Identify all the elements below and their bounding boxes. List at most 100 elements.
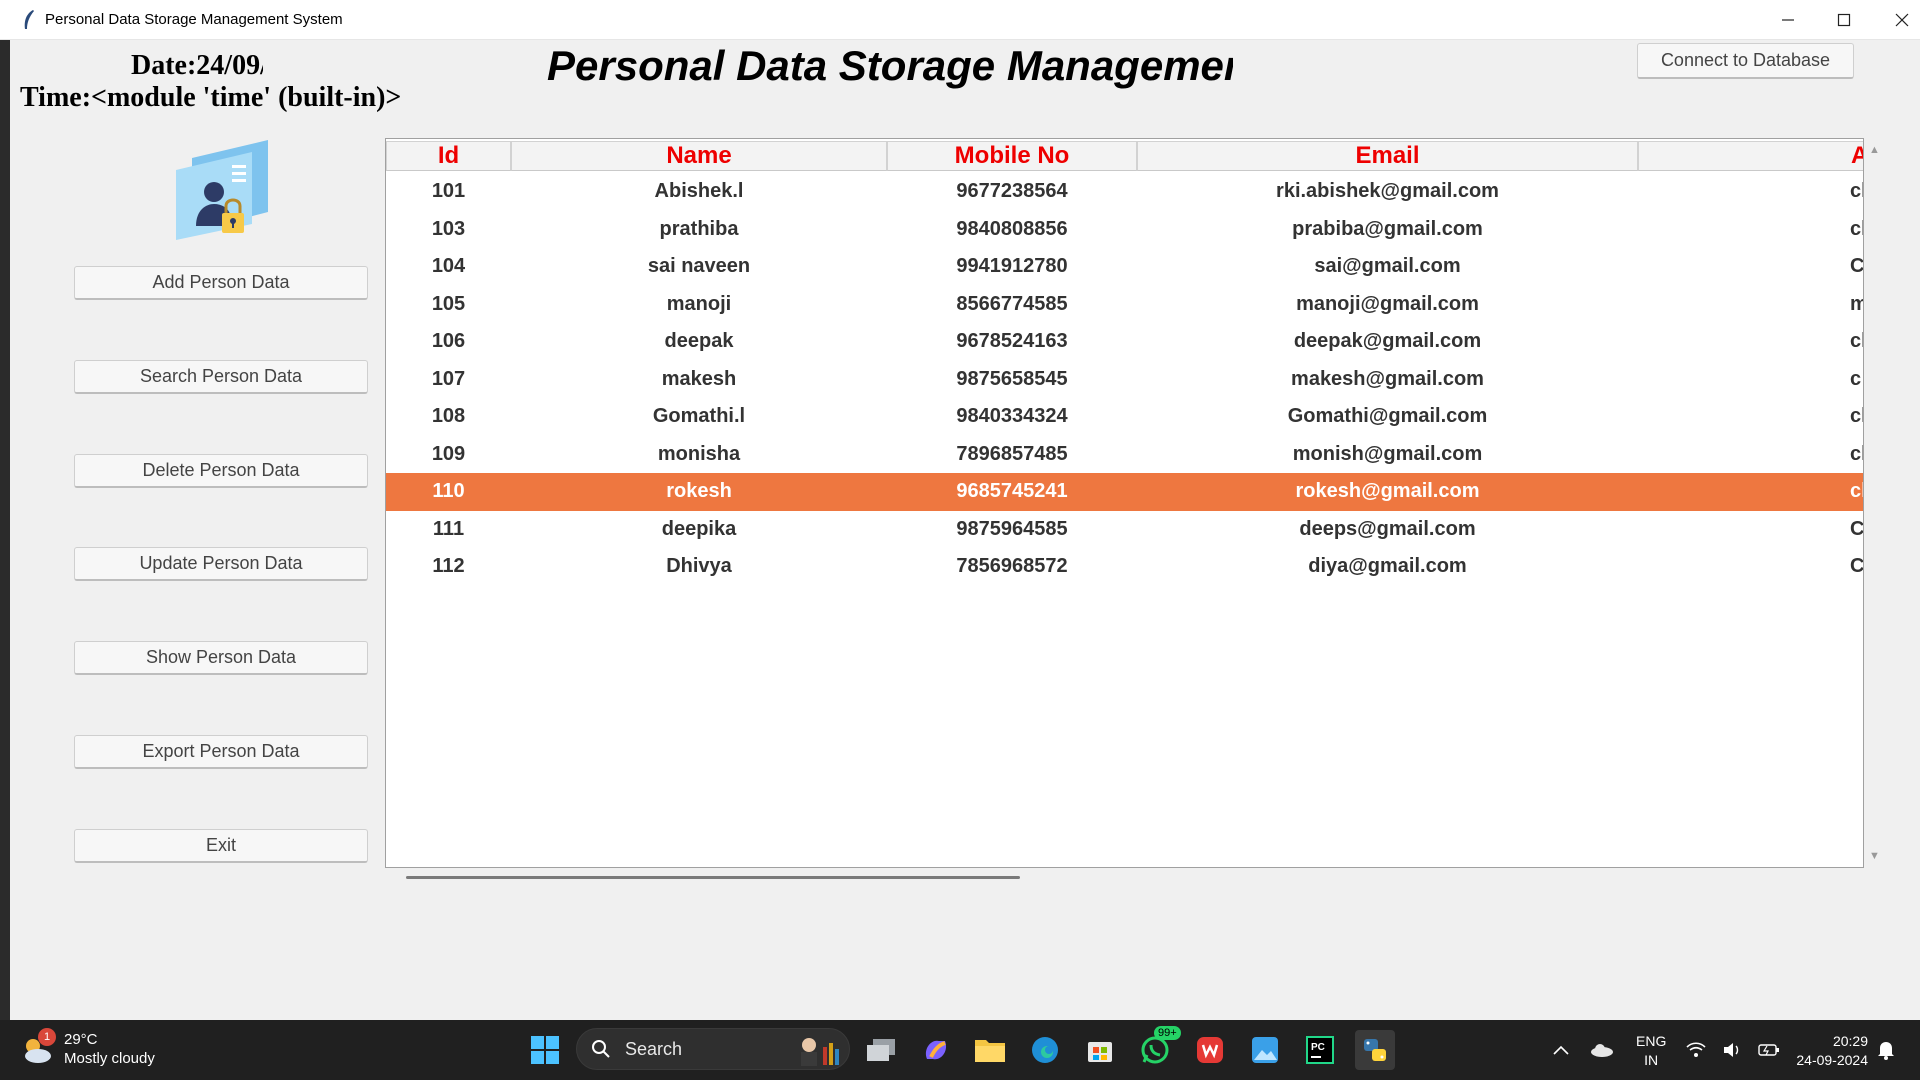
- python-app-button[interactable]: [1355, 1030, 1395, 1070]
- cell-email: monish@gmail.com: [1292, 442, 1483, 465]
- cell-name: deepika: [661, 517, 737, 540]
- whatsapp-button[interactable]: 99+: [1135, 1026, 1181, 1070]
- scroll-up-icon[interactable]: ▲: [1869, 144, 1880, 156]
- wps-office-button[interactable]: [1190, 1030, 1230, 1070]
- onedrive-button[interactable]: [1582, 1030, 1622, 1070]
- column-header-name[interactable]: Name: [511, 141, 887, 171]
- cell-mobile: 7896857485: [956, 442, 1068, 465]
- cell-name: Abishek.l: [654, 180, 744, 203]
- table-row[interactable]: 111 deepika 9875964585 deeps@gmail.com C: [386, 511, 1863, 549]
- delete-person-button[interactable]: Delete Person Data: [74, 454, 368, 488]
- table-row[interactable]: 112 Dhivya 7856968572 diya@gmail.com C: [386, 548, 1864, 586]
- table-row[interactable]: 101 Abishek.l 9677238564 rki.abishek@gmail.…: [386, 173, 1863, 211]
- cell-mobile: 9677238564: [956, 180, 1068, 203]
- folder-icon: [975, 1040, 1005, 1062]
- copilot-button[interactable]: [916, 1030, 956, 1070]
- cell-email: Gomathi@gmail.com: [1287, 405, 1488, 428]
- file-explorer-button[interactable]: [970, 1030, 1010, 1070]
- cell-email: deepak@gmail.com: [1293, 330, 1482, 353]
- whatsapp-badge: 99+: [1154, 1026, 1181, 1040]
- start-button[interactable]: [525, 1030, 565, 1070]
- minimize-icon: [1782, 19, 1794, 21]
- svg-text:PC: PC: [1311, 1042, 1325, 1053]
- system-clock[interactable]: 20:29 24-09-2024: [1788, 1032, 1868, 1070]
- cell-mobile: 7856968572: [956, 555, 1068, 578]
- clock-time: 20:29: [1832, 1033, 1868, 1049]
- time-label: Time:<module 'time' (built-in)>: [20, 82, 402, 113]
- pycharm-icon: PC: [1306, 1036, 1334, 1064]
- weather-widget[interactable]: 1 29°C Mostly cloudy: [20, 1028, 155, 1068]
- table-row[interactable]: 105 manoji 8566774585 manoji@gmail.com m: [386, 286, 1863, 324]
- window-title: Personal Data Storage Management System: [45, 11, 343, 28]
- cell-id: 106: [431, 330, 466, 353]
- store-icon: [1088, 1042, 1112, 1062]
- cell-id: 107: [431, 367, 466, 390]
- weather-desc: Mostly cloudy: [64, 1050, 155, 1067]
- column-header-id[interactable]: Id: [386, 141, 511, 171]
- table-row[interactable]: 104 sai naveen 9941912780 sai@gmail.com C: [386, 248, 1863, 286]
- minimize-button[interactable]: [1760, 0, 1816, 40]
- cell-address: m: [1638, 286, 1863, 324]
- table-row[interactable]: 109 monisha 7896857485 monish@gmail.com cl: [386, 436, 1863, 474]
- cell-id: 101: [431, 180, 466, 203]
- close-icon: [1895, 13, 1909, 27]
- cell-name: sai naveen: [647, 255, 751, 278]
- column-header-address[interactable]: Ac: [1638, 141, 1863, 171]
- cell-address: C: [1850, 555, 1864, 578]
- search-label: Search: [625, 1038, 683, 1059]
- cell-email: manoji@gmail.com: [1296, 292, 1479, 315]
- weather-badge: 1: [38, 1028, 56, 1046]
- cell-email: prabiba@gmail.com: [1292, 217, 1483, 240]
- store-button[interactable]: [1080, 1030, 1120, 1070]
- search-person-button[interactable]: Search Person Data: [74, 360, 368, 394]
- cloud-sun-icon: 1: [20, 1028, 56, 1066]
- maximize-button[interactable]: [1816, 0, 1872, 40]
- add-person-button[interactable]: Add Person Data: [74, 266, 368, 300]
- cell-name: prathiba: [659, 217, 739, 240]
- close-button[interactable]: [1874, 0, 1920, 40]
- connect-database-button[interactable]: Connect to Database: [1637, 43, 1854, 79]
- export-person-button[interactable]: Export Person Data: [74, 735, 368, 769]
- cell-mobile: 8566774585: [956, 292, 1068, 315]
- chevron-up-icon: [1553, 1045, 1569, 1055]
- taskbar-search[interactable]: Search: [576, 1028, 850, 1070]
- cell-mobile: 9678524163: [956, 330, 1068, 353]
- quick-settings-button[interactable]: [1678, 1030, 1788, 1070]
- cell-id: 103: [431, 217, 466, 240]
- vertical-scrollbar[interactable]: ▲ ▼: [1866, 138, 1882, 868]
- page-title: Personal Data Storage Management System: [547, 42, 1233, 89]
- cell-email: diya@gmail.com: [1308, 555, 1467, 578]
- notifications-button[interactable]: [1868, 1030, 1904, 1070]
- cell-id: 104: [431, 255, 466, 278]
- table-row[interactable]: 107 makesh 9875658545 makesh@gmail.com c: [386, 361, 1863, 399]
- column-header-mobile[interactable]: Mobile No: [887, 141, 1137, 171]
- scroll-down-icon[interactable]: ▼: [1869, 850, 1880, 862]
- show-person-button[interactable]: Show Person Data: [74, 641, 368, 675]
- notification-bell-icon: [1878, 1042, 1894, 1060]
- cell-name: deepak: [664, 330, 734, 353]
- volume-icon: [1724, 1043, 1739, 1057]
- table-row[interactable]: 106 deepak 9678524163 deepak@gmail.com cl: [386, 323, 1863, 361]
- table-row[interactable]: 108 Gomathi.l 9840334324 Gomathi@gmail.com c…: [386, 398, 1863, 436]
- column-header-email[interactable]: Email: [1137, 141, 1638, 171]
- task-view-button[interactable]: [861, 1030, 901, 1070]
- edge-button[interactable]: [1025, 1030, 1065, 1070]
- region-code: IN: [1644, 1052, 1659, 1068]
- cell-mobile: 9840808856: [956, 217, 1068, 240]
- language-indicator[interactable]: ENG IN: [1636, 1032, 1666, 1070]
- update-person-button[interactable]: Update Person Data: [74, 547, 368, 581]
- table-row[interactable]: 103 prathiba 9840808856 prabiba@gmail.com cl: [386, 211, 1863, 249]
- pycharm-button[interactable]: PC: [1300, 1030, 1340, 1070]
- photos-button[interactable]: [1245, 1030, 1285, 1070]
- window-titlebar: Personal Data Storage Management System: [0, 0, 1920, 40]
- cell-name: manoji: [666, 292, 732, 315]
- exit-button[interactable]: Exit: [74, 829, 368, 863]
- horizontal-scrollbar-thumb[interactable]: [406, 876, 1020, 879]
- person-data-table[interactable]: Id Name Mobile No Email Ac 101 Abishek.l 9…: [385, 138, 1864, 868]
- window-edge: [0, 40, 10, 1020]
- cell-mobile: 9685745241: [956, 480, 1068, 503]
- copilot-icon: [925, 1040, 947, 1060]
- show-hidden-icons-button[interactable]: [1541, 1030, 1581, 1070]
- cell-address: cl: [1850, 480, 1863, 503]
- table-row[interactable]: 110 rokesh 9685745241 rokesh@gmail.com cl: [386, 473, 1863, 511]
